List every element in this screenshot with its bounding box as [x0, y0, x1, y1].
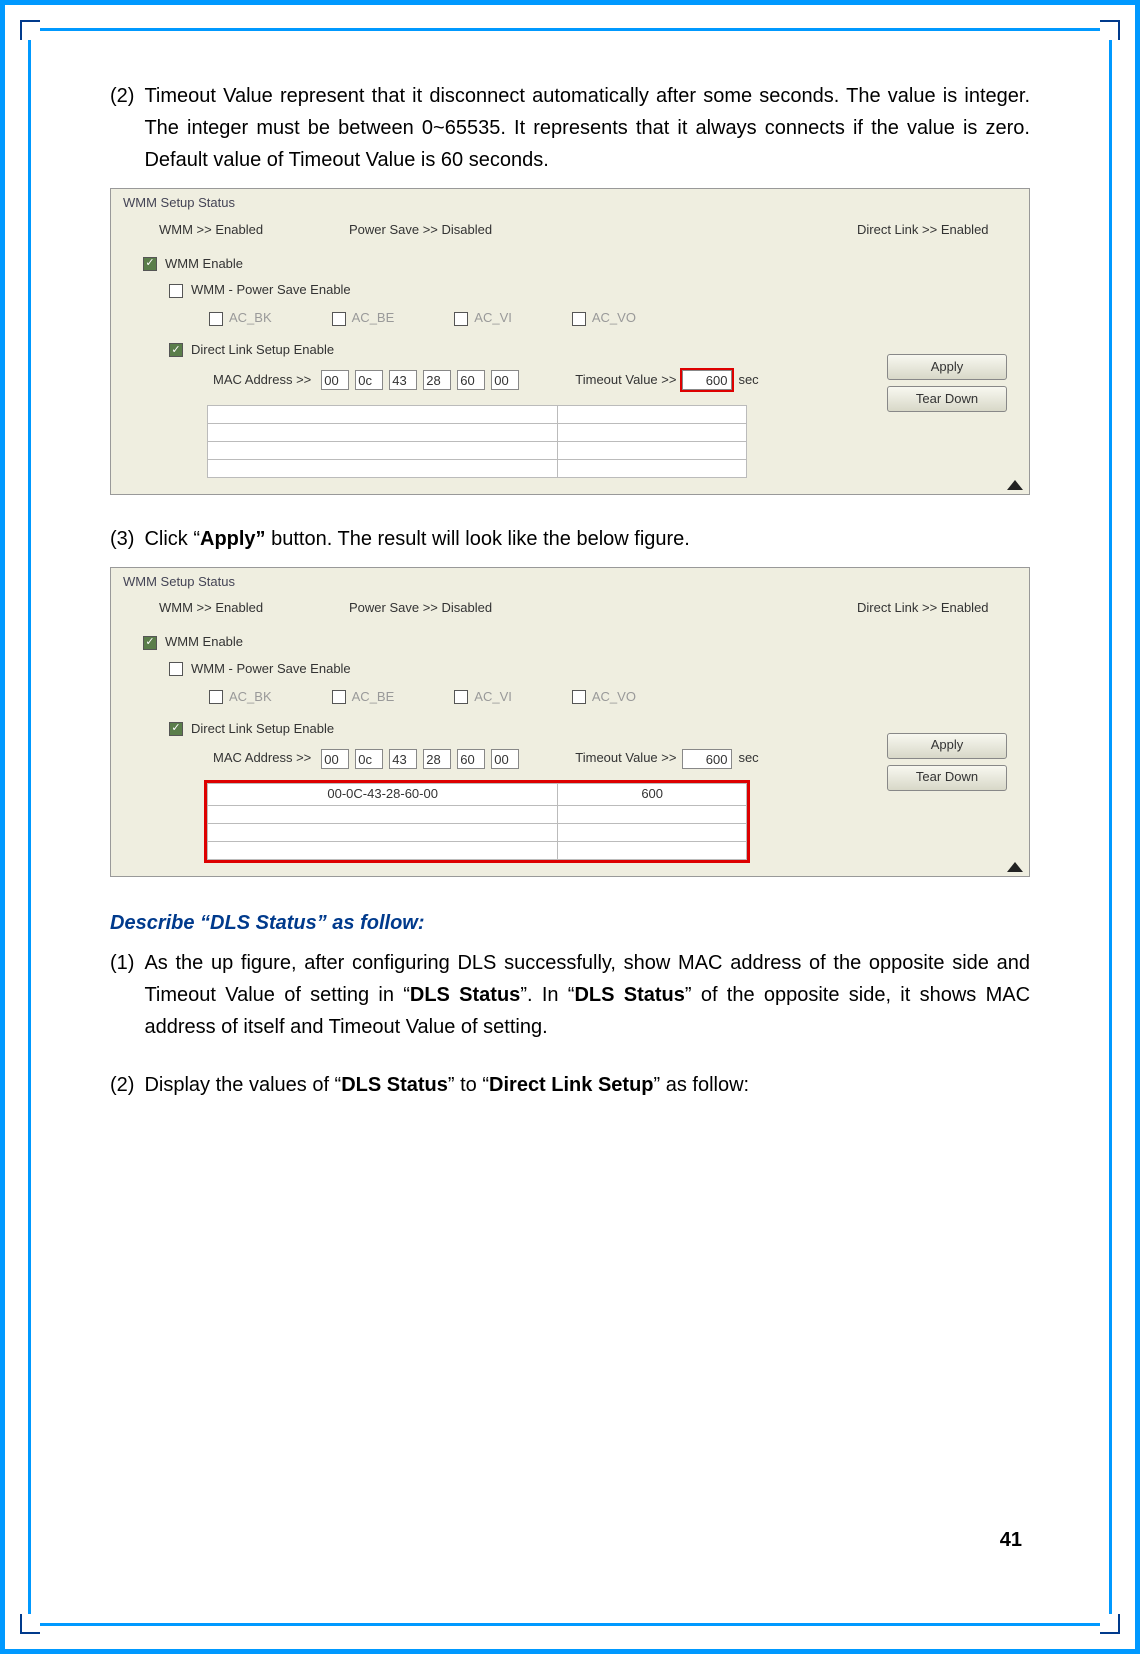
- item-text: As the up figure, after configuring DLS …: [144, 947, 1030, 1043]
- ac-vi-label: AC_VI: [474, 687, 512, 708]
- timeout-label: Timeout Value >>: [575, 748, 676, 769]
- apply-button[interactable]: Apply: [887, 733, 1007, 759]
- page-content: (2) Timeout Value represent that it disc…: [110, 80, 1030, 1574]
- wmm-panel-2: WMM Setup Status WMM >> Enabled Power Sa…: [110, 567, 1030, 877]
- wmm-ps-label: WMM - Power Save Enable: [191, 659, 351, 680]
- mac-field-3[interactable]: 28: [423, 749, 451, 769]
- status-wmm: WMM >> Enabled: [159, 598, 349, 619]
- timeout-unit: sec: [738, 370, 758, 391]
- wmm-enable-label: WMM Enable: [165, 254, 243, 275]
- ac-vo-label: AC_VO: [592, 308, 636, 329]
- list-item: (1) As the up figure, after configuring …: [110, 947, 1030, 1043]
- table-cell-mac: 00-0C-43-28-60-00: [208, 784, 558, 806]
- status-powersave: Power Save >> Disabled: [349, 598, 857, 619]
- mac-field-1[interactable]: 0c: [355, 370, 383, 390]
- timeout-label: Timeout Value >>: [575, 370, 676, 391]
- mac-label: MAC Address >>: [213, 748, 311, 769]
- mac-field-2[interactable]: 43: [389, 749, 417, 769]
- section-heading: Describe “DLS Status” as follow:: [110, 907, 1030, 939]
- item-number: (3): [110, 523, 134, 555]
- item-number: (2): [110, 80, 134, 176]
- mac-field-3[interactable]: 28: [423, 370, 451, 390]
- mac-field-4[interactable]: 60: [457, 749, 485, 769]
- mac-field-5[interactable]: 00: [491, 370, 519, 390]
- ac-bk-checkbox[interactable]: [209, 312, 223, 326]
- dls-enable-label: Direct Link Setup Enable: [191, 340, 334, 361]
- mac-row: MAC Address >> 00 0c 43 28 60 00 Timeout…: [123, 742, 1017, 775]
- item-number: (1): [110, 947, 134, 1043]
- corner-tl: [20, 20, 40, 40]
- ac-vo-label: AC_VO: [592, 687, 636, 708]
- scroll-up-icon[interactable]: [1007, 862, 1023, 872]
- ac-vo-checkbox[interactable]: [572, 312, 586, 326]
- ac-vi-checkbox[interactable]: [454, 312, 468, 326]
- ac-be-label: AC_BE: [352, 308, 395, 329]
- ac-row: AC_BK AC_BE AC_VI AC_VO: [123, 683, 1017, 716]
- dls-status-table[interactable]: [207, 405, 747, 478]
- wmm-ps-checkbox[interactable]: [169, 284, 183, 298]
- fieldset-title: WMM Setup Status: [123, 572, 1017, 593]
- mac-row: MAC Address >> 00 0c 43 28 60 00 Timeout…: [123, 364, 1017, 397]
- wmm-panel-1: WMM Setup Status WMM >> Enabled Power Sa…: [110, 188, 1030, 495]
- list-item: (3) Click “Apply” button. The result wil…: [110, 523, 1030, 555]
- dls-enable-checkbox[interactable]: [169, 722, 183, 736]
- mac-label: MAC Address >>: [213, 370, 311, 391]
- wmm-enable-row: WMM Enable: [123, 629, 1017, 656]
- dls-enable-checkbox[interactable]: [169, 343, 183, 357]
- fieldset-title: WMM Setup Status: [123, 193, 1017, 214]
- ac-vo-checkbox[interactable]: [572, 690, 586, 704]
- item-text: Click “Apply” button. The result will lo…: [144, 523, 1030, 555]
- wmm-enable-checkbox[interactable]: [143, 257, 157, 271]
- wmm-ps-checkbox[interactable]: [169, 662, 183, 676]
- table-cell-timeout: 600: [558, 784, 747, 806]
- mac-field-1[interactable]: 0c: [355, 749, 383, 769]
- status-directlink: Direct Link >> Enabled: [857, 598, 1017, 619]
- wmm-enable-checkbox[interactable]: [143, 636, 157, 650]
- item-number: (2): [110, 1069, 134, 1101]
- wmm-ps-row: WMM - Power Save Enable: [123, 656, 1017, 683]
- scroll-up-icon[interactable]: [1007, 480, 1023, 490]
- ac-be-checkbox[interactable]: [332, 312, 346, 326]
- ac-be-label: AC_BE: [352, 687, 395, 708]
- timeout-input[interactable]: 600: [682, 370, 732, 390]
- ac-bk-label: AC_BK: [229, 308, 272, 329]
- wmm-ps-row: WMM - Power Save Enable: [123, 277, 1017, 304]
- ac-bk-label: AC_BK: [229, 687, 272, 708]
- item-text: Timeout Value represent that it disconne…: [144, 80, 1030, 176]
- status-row: WMM >> Enabled Power Save >> Disabled Di…: [123, 218, 1017, 251]
- status-row: WMM >> Enabled Power Save >> Disabled Di…: [123, 596, 1017, 629]
- teardown-button[interactable]: Tear Down: [887, 765, 1007, 791]
- apply-button[interactable]: Apply: [887, 354, 1007, 380]
- status-directlink: Direct Link >> Enabled: [857, 220, 1017, 241]
- timeout-input[interactable]: 600: [682, 749, 732, 769]
- item-text: Display the values of “DLS Status” to “D…: [144, 1069, 1030, 1101]
- ac-bk-checkbox[interactable]: [209, 690, 223, 704]
- dls-enable-row: Direct Link Setup Enable: [123, 337, 1017, 364]
- corner-tr: [1100, 20, 1120, 40]
- mac-field-0[interactable]: 00: [321, 370, 349, 390]
- corner-br: [1100, 1614, 1120, 1634]
- mac-field-0[interactable]: 00: [321, 749, 349, 769]
- page-number: 41: [1000, 1524, 1022, 1556]
- ac-vi-label: AC_VI: [474, 308, 512, 329]
- dls-enable-label: Direct Link Setup Enable: [191, 719, 334, 740]
- mac-field-5[interactable]: 00: [491, 749, 519, 769]
- dls-enable-row: Direct Link Setup Enable: [123, 716, 1017, 743]
- mac-field-2[interactable]: 43: [389, 370, 417, 390]
- status-powersave: Power Save >> Disabled: [349, 220, 857, 241]
- status-wmm: WMM >> Enabled: [159, 220, 349, 241]
- teardown-button[interactable]: Tear Down: [887, 386, 1007, 412]
- ac-row: AC_BK AC_BE AC_VI AC_VO: [123, 304, 1017, 337]
- wmm-enable-label: WMM Enable: [165, 632, 243, 653]
- wmm-enable-row: WMM Enable: [123, 251, 1017, 278]
- wmm-ps-label: WMM - Power Save Enable: [191, 280, 351, 301]
- timeout-unit: sec: [738, 748, 758, 769]
- ac-be-checkbox[interactable]: [332, 690, 346, 704]
- corner-bl: [20, 1614, 40, 1634]
- mac-field-4[interactable]: 60: [457, 370, 485, 390]
- list-item: (2) Display the values of “DLS Status” t…: [110, 1069, 1030, 1101]
- ac-vi-checkbox[interactable]: [454, 690, 468, 704]
- list-item: (2) Timeout Value represent that it disc…: [110, 80, 1030, 176]
- dls-status-table[interactable]: 00-0C-43-28-60-00600: [207, 783, 747, 860]
